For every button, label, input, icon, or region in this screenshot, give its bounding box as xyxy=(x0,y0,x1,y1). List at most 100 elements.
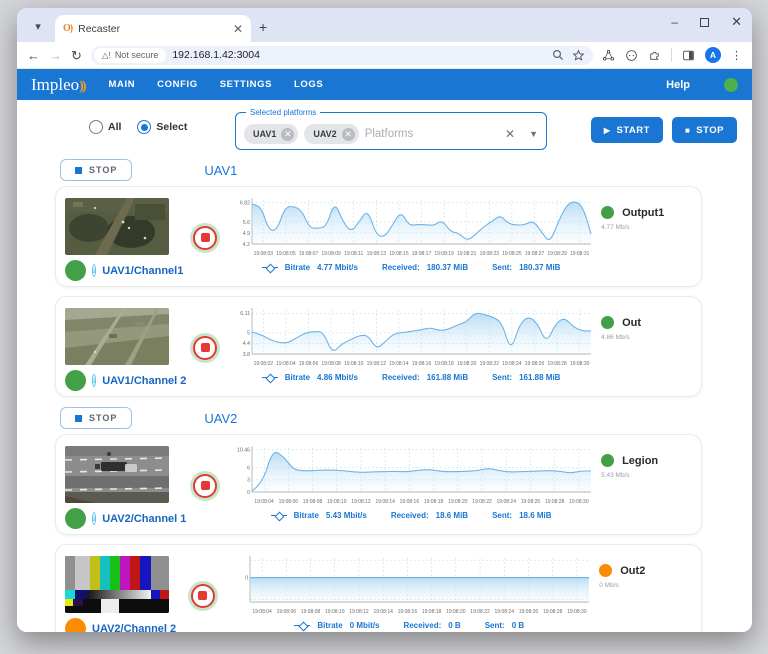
stop-record-square-icon xyxy=(201,481,210,490)
svg-text:19:08:14: 19:08:14 xyxy=(374,609,394,615)
help-link[interactable]: Help xyxy=(666,79,690,91)
channel-link[interactable]: UAV1/Channel1 xyxy=(102,265,183,277)
svg-text:19:08:18: 19:08:18 xyxy=(434,361,454,367)
tab-close-icon[interactable]: ✕ xyxy=(233,23,243,35)
svg-text:6.82: 6.82 xyxy=(240,201,250,207)
info-icon[interactable]: i xyxy=(92,512,96,525)
stop-record-button[interactable] xyxy=(193,336,217,360)
svg-text:4.9: 4.9 xyxy=(243,231,250,237)
chip-remove-icon[interactable]: ✕ xyxy=(342,128,355,141)
channel-link[interactable]: UAV2/Channel 2 xyxy=(92,623,176,633)
tab-search-chevron-icon[interactable]: ▾ xyxy=(27,15,49,37)
window-maximize-button[interactable] xyxy=(700,18,709,27)
start-button[interactable]: ▶START xyxy=(591,117,663,143)
svg-text:19:08:16: 19:08:16 xyxy=(400,499,420,505)
channel-status-dot xyxy=(65,618,86,632)
nav-settings[interactable]: SETTINGS xyxy=(220,79,272,90)
nav-logs[interactable]: LOGS xyxy=(294,79,323,90)
video-thumbnail-colorbars[interactable] xyxy=(65,556,169,613)
stop-record-button[interactable] xyxy=(193,226,217,250)
stop-icon xyxy=(75,415,82,422)
controls-row: All Select Selected platforms UAV1 ✕ UAV… xyxy=(17,112,752,152)
info-icon[interactable]: i xyxy=(92,374,96,387)
svg-text:19:08:30: 19:08:30 xyxy=(567,609,587,615)
svg-text:19:08:24: 19:08:24 xyxy=(502,361,522,367)
svg-text:19:08:21: 19:08:21 xyxy=(457,251,477,257)
svg-text:19:08:08: 19:08:08 xyxy=(321,361,341,367)
group-title-uav1: UAV1 xyxy=(204,163,237,178)
svg-text:19:08:06: 19:08:06 xyxy=(299,361,319,367)
info-icon[interactable]: i xyxy=(92,264,96,277)
radio-select-circle[interactable] xyxy=(137,120,151,134)
bookmark-star-icon[interactable] xyxy=(572,49,585,62)
svg-text:19:08:28: 19:08:28 xyxy=(547,361,567,367)
reload-button[interactable]: ↻ xyxy=(71,49,82,62)
channel-stats: Bitrate4.77 Mbit/s Received:180.37 MiB S… xyxy=(227,263,595,272)
profile-avatar[interactable]: A xyxy=(705,47,721,63)
nav-config[interactable]: CONFIG xyxy=(157,79,198,90)
chip-remove-icon[interactable]: ✕ xyxy=(281,128,294,141)
svg-text:19:08:12: 19:08:12 xyxy=(367,361,387,367)
channel-card-uav1-ch2: i UAV1/Channel 2 6.1154.43.819:08:0219:0… xyxy=(55,296,702,397)
svg-text:19:08:11: 19:08:11 xyxy=(344,251,363,257)
svg-text:19:08:08: 19:08:08 xyxy=(301,609,321,615)
forward-button[interactable]: → xyxy=(49,49,62,62)
extensions-puzzle-icon[interactable] xyxy=(648,49,661,62)
clear-selection-icon[interactable]: ✕ xyxy=(505,127,515,141)
video-thumbnail[interactable] xyxy=(65,446,169,503)
browser-window: ▾ O) Recaster ✕ + – ✕ ← → ↻ △! Not secur… xyxy=(17,8,752,632)
bitrate-legend-icon xyxy=(262,264,278,271)
svg-text:19:08:17: 19:08:17 xyxy=(412,251,432,257)
svg-text:19:08:29: 19:08:29 xyxy=(547,251,567,257)
channel-stats: Bitrate5.43 Mbit/s Received:18.6 MiB Sen… xyxy=(227,511,595,520)
svg-text:19:08:12: 19:08:12 xyxy=(351,499,371,505)
svg-text:19:08:25: 19:08:25 xyxy=(502,251,522,257)
platforms-placeholder[interactable]: Platforms xyxy=(365,128,499,140)
video-thumbnail[interactable] xyxy=(65,308,169,365)
nav-main[interactable]: MAIN xyxy=(108,79,135,90)
radio-select[interactable]: Select xyxy=(137,120,187,134)
stop-button[interactable]: ■STOP xyxy=(672,117,737,143)
platform-chip-uav1[interactable]: UAV1 ✕ xyxy=(244,124,298,144)
svg-text:19:08:04: 19:08:04 xyxy=(253,609,273,615)
uav2-stop-button[interactable]: STOP xyxy=(60,407,132,429)
toolbar-divider xyxy=(671,48,672,62)
radio-all[interactable]: All xyxy=(89,120,121,134)
svg-text:19:08:02: 19:08:02 xyxy=(254,361,274,367)
bitrate-legend-icon xyxy=(271,512,287,519)
stop-record-button[interactable] xyxy=(193,474,217,498)
platforms-multiselect[interactable]: Selected platforms UAV1 ✕ UAV2 ✕ Platfor… xyxy=(235,112,547,150)
page-content: All Select Selected platforms UAV1 ✕ UAV… xyxy=(17,100,752,632)
svg-text:19:08:24: 19:08:24 xyxy=(497,499,517,505)
window-close-button[interactable]: ✕ xyxy=(731,14,742,30)
radio-all-circle[interactable] xyxy=(89,120,103,134)
side-panel-icon[interactable] xyxy=(682,49,695,62)
not-secure-chip[interactable]: △! Not secure xyxy=(94,48,166,63)
window-minimize-button[interactable]: – xyxy=(671,15,678,29)
svg-text:19:08:10: 19:08:10 xyxy=(325,609,345,615)
channel-status-dot xyxy=(65,370,86,391)
zoom-icon[interactable] xyxy=(552,49,564,61)
svg-text:19:08:10: 19:08:10 xyxy=(344,361,364,367)
svg-text:19:08:27: 19:08:27 xyxy=(525,251,545,257)
share-hub-icon[interactable] xyxy=(602,49,615,62)
group-header-uav1: STOP UAV1 xyxy=(60,158,752,182)
back-button[interactable]: ← xyxy=(27,49,40,62)
uav1-stop-button[interactable]: STOP xyxy=(60,159,132,181)
password-check-icon[interactable] xyxy=(625,49,638,62)
channel-link[interactable]: UAV1/Channel 2 xyxy=(102,375,186,387)
chevron-down-icon[interactable]: ▼ xyxy=(529,129,538,139)
address-bar[interactable]: △! Not secure 192.168.1.42:3004 xyxy=(91,46,593,65)
video-thumbnail[interactable] xyxy=(65,198,169,255)
channel-link[interactable]: UAV2/Channel 1 xyxy=(102,513,186,525)
svg-text:19:08:22: 19:08:22 xyxy=(480,361,500,367)
browser-menu-icon[interactable]: ⋮ xyxy=(731,49,742,62)
stop-record-button[interactable] xyxy=(191,584,215,608)
platform-chip-uav2[interactable]: UAV2 ✕ xyxy=(304,124,358,144)
url-text[interactable]: 192.168.1.42:3004 xyxy=(172,49,260,61)
new-tab-button[interactable]: + xyxy=(259,19,267,35)
desktop-background: ▾ O) Recaster ✕ + – ✕ ← → ↻ △! Not secur… xyxy=(0,0,768,654)
browser-tab[interactable]: O) Recaster ✕ xyxy=(55,15,251,42)
svg-text:6: 6 xyxy=(247,466,250,472)
svg-text:19:08:04: 19:08:04 xyxy=(276,361,296,367)
